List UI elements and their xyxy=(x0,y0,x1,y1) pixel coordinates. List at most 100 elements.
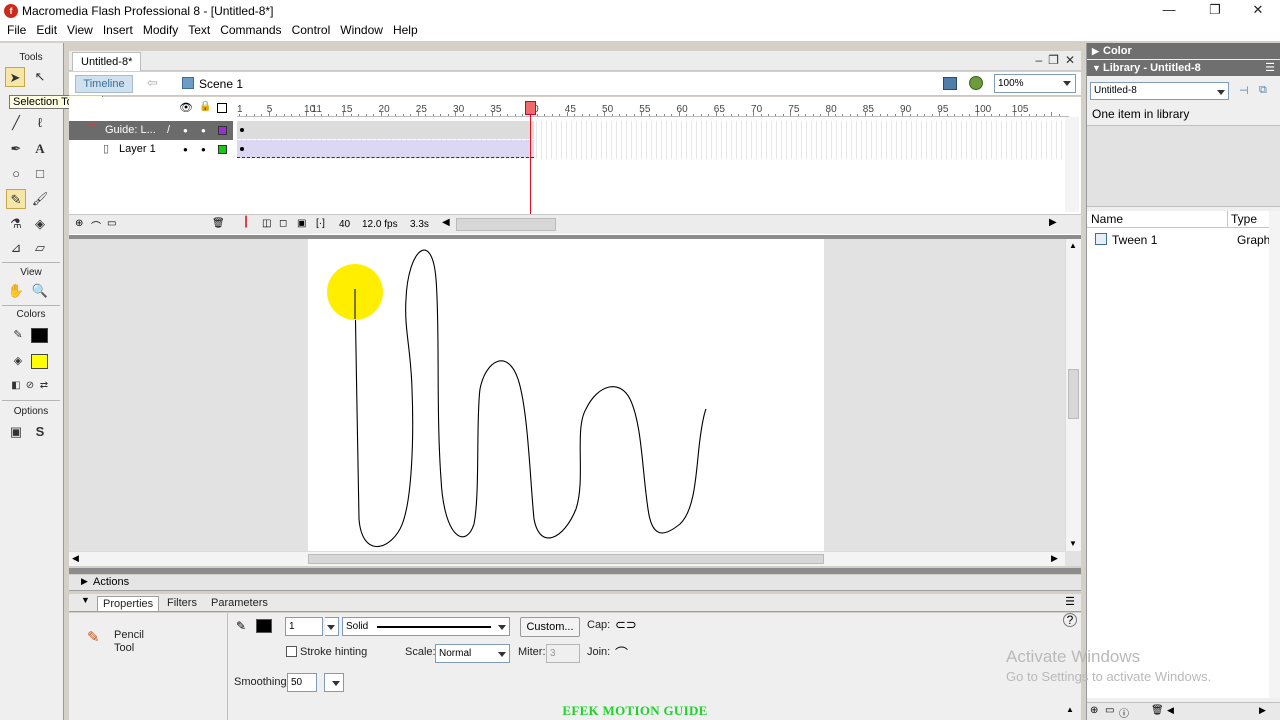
stroke-style-select[interactable]: Solid xyxy=(342,617,510,636)
stage-vertical-scrollbar[interactable]: ▲ ▼ xyxy=(1065,239,1081,551)
miter-input[interactable]: 3 xyxy=(546,644,580,663)
lock-icon[interactable]: 🔒 xyxy=(199,101,211,112)
text-tool-icon[interactable]: A xyxy=(30,139,50,159)
expand-triangle-icon[interactable]: ▶ xyxy=(81,576,88,587)
scroll-right-arrow-icon[interactable]: ▶ xyxy=(1049,217,1057,228)
smoothing-dropdown[interactable] xyxy=(324,673,344,692)
stroke-height-dropdown[interactable] xyxy=(325,617,339,636)
playhead-handle[interactable] xyxy=(524,101,536,115)
menu-text[interactable]: Text xyxy=(183,22,215,39)
close-button[interactable]: ✕ xyxy=(1236,0,1280,22)
smoothing-input[interactable]: 50 xyxy=(287,673,317,692)
column-type[interactable]: Type xyxy=(1231,211,1257,227)
visibility-dot[interactable]: ● xyxy=(183,140,188,159)
scroll-up-arrow-icon[interactable]: ▲ xyxy=(1069,241,1077,250)
timeline-hscroll-thumb[interactable] xyxy=(456,218,556,231)
scroll-left-arrow-icon[interactable]: ◀ xyxy=(72,553,79,564)
add-motion-guide-icon[interactable]: ⌒ xyxy=(91,218,101,233)
modify-onion-markers-icon[interactable]: [·] xyxy=(316,218,325,229)
panel-menu-icon[interactable]: ☰ xyxy=(1265,60,1275,76)
back-arrow-icon[interactable]: ⇦ xyxy=(147,75,158,91)
actions-panel-header[interactable]: ▶ Actions xyxy=(69,575,1081,591)
doc-close-icon[interactable]: ✕ xyxy=(1065,53,1075,67)
scale-select[interactable]: Normal xyxy=(435,644,510,663)
paint-bucket-tool-icon[interactable]: ◈ xyxy=(30,214,50,234)
frames-row-layer1[interactable] xyxy=(237,140,1069,159)
layer-outline-color[interactable] xyxy=(218,145,227,154)
stage-canvas[interactable] xyxy=(308,239,824,566)
frames-row-guide[interactable] xyxy=(237,121,1069,140)
lasso-tool-icon[interactable]: ℓ xyxy=(30,113,50,133)
add-layer-icon[interactable]: ⊕ xyxy=(75,218,83,229)
edit-scene-icon[interactable] xyxy=(943,77,957,90)
pen-tool-icon[interactable]: ✒ xyxy=(6,139,26,159)
menu-edit[interactable]: Edit xyxy=(31,22,62,39)
column-name[interactable]: Name xyxy=(1091,211,1123,227)
stroke-color-swatch[interactable] xyxy=(256,619,272,633)
library-vertical-scrollbar[interactable] xyxy=(1269,211,1280,698)
stage-vscroll-thumb[interactable] xyxy=(1068,369,1079,419)
selection-tool-arrow-icon[interactable]: ➤ xyxy=(5,67,25,87)
ink-bottle-tool-icon[interactable]: ⚗ xyxy=(6,214,26,234)
zoom-tool-icon[interactable]: 🔍 xyxy=(30,281,50,301)
center-frame-icon[interactable]: ┃ xyxy=(243,217,249,228)
timeline-toggle-button[interactable]: Timeline xyxy=(75,75,133,93)
library-item[interactable]: Tween 1 Graph xyxy=(1087,232,1270,250)
brush-tool-icon[interactable]: 🖌 xyxy=(30,189,50,209)
menu-modify[interactable]: Modify xyxy=(138,22,183,39)
rectangle-tool-icon[interactable]: □ xyxy=(30,164,50,184)
scroll-left-arrow-icon[interactable]: ◀ xyxy=(442,217,450,228)
stroke-height-input[interactable]: 1 xyxy=(285,617,323,636)
new-folder-icon[interactable]: ▭ xyxy=(1105,705,1114,716)
custom-button[interactable]: Custom... xyxy=(520,617,580,637)
scroll-right-arrow-icon[interactable]: ▶ xyxy=(1259,705,1266,716)
collapse-triangle-icon[interactable]: ▼ xyxy=(81,595,90,605)
onion-skin-icon[interactable]: ◫ xyxy=(262,218,271,229)
oval-tool-icon[interactable]: ○ xyxy=(6,164,26,184)
menu-control[interactable]: Control xyxy=(287,22,336,39)
edit-symbol-icon[interactable] xyxy=(969,76,983,90)
zoom-select[interactable]: 100% xyxy=(994,74,1076,93)
cap-style-icon[interactable]: ⊂⊃ xyxy=(615,617,637,633)
doc-minimize-icon[interactable]: – xyxy=(1035,53,1042,67)
document-tab[interactable]: Untitled-8* xyxy=(72,52,142,71)
outline-icon[interactable] xyxy=(217,103,227,113)
minimize-button[interactable]: — xyxy=(1147,0,1191,22)
onion-outline-icon[interactable]: ◻ xyxy=(279,218,287,229)
menu-insert[interactable]: Insert xyxy=(98,22,138,39)
library-document-select[interactable]: Untitled-8 xyxy=(1090,82,1229,100)
object-drawing-icon[interactable]: ▣ xyxy=(6,422,26,442)
pin-library-icon[interactable]: ⊣ xyxy=(1239,84,1249,97)
timeline-vertical-scrollbar[interactable] xyxy=(1065,117,1079,212)
scene-label[interactable]: Scene 1 xyxy=(199,77,243,91)
subselection-tool-icon[interactable]: ↖ xyxy=(30,67,50,87)
swap-colors-icon[interactable]: ⇄ xyxy=(34,376,54,396)
stage-hscroll-thumb[interactable] xyxy=(308,554,824,564)
stage-horizontal-scrollbar[interactable]: ◀ ▶ xyxy=(69,551,1065,566)
doc-restore-icon[interactable]: ❐ xyxy=(1048,53,1059,67)
delete-icon[interactable]: 🗑 xyxy=(1151,705,1164,716)
menu-view[interactable]: View xyxy=(62,22,98,39)
tab-parameters[interactable]: Parameters xyxy=(206,596,273,611)
layer-outline-color[interactable] xyxy=(218,126,227,135)
expand-panel-icon[interactable]: ▲ xyxy=(1066,705,1074,714)
edit-multiple-frames-icon[interactable]: ▣ xyxy=(297,218,306,229)
frame-rate-readout[interactable]: 12.0 fps xyxy=(362,219,398,230)
scroll-down-arrow-icon[interactable]: ▼ xyxy=(1069,539,1077,548)
line-tool-icon[interactable]: ╱ xyxy=(6,113,26,133)
eyedropper-tool-icon[interactable]: ⊿ xyxy=(6,238,26,258)
panel-menu-icon[interactable]: ☰ xyxy=(1065,595,1075,608)
scroll-right-arrow-icon[interactable]: ▶ xyxy=(1051,553,1058,564)
color-panel-header[interactable]: ▶ Color xyxy=(1087,43,1280,59)
menu-commands[interactable]: Commands xyxy=(215,22,286,39)
menu-help[interactable]: Help xyxy=(388,22,423,39)
delete-layer-icon[interactable]: 🗑 xyxy=(212,218,225,229)
stroke-hinting-checkbox[interactable] xyxy=(286,646,297,657)
scroll-left-arrow-icon[interactable]: ◀ xyxy=(1167,705,1174,716)
menu-file[interactable]: File xyxy=(2,22,31,39)
lock-dot[interactable]: ● xyxy=(201,121,206,140)
pencil-tool-icon[interactable]: ✎ xyxy=(6,189,26,209)
layer-row-layer1[interactable]: ▯ Layer 1 ● ● xyxy=(69,140,233,159)
lock-dot[interactable]: ● xyxy=(201,140,206,159)
maximize-button[interactable]: ❐ xyxy=(1193,0,1237,22)
